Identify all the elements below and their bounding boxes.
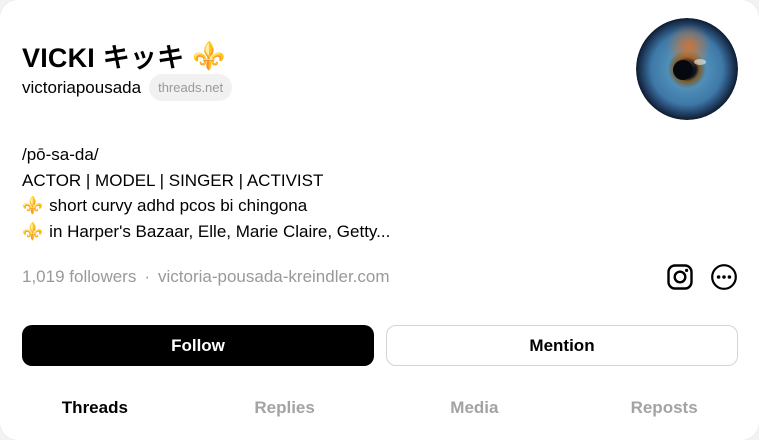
fleur-de-lis-icon: ⚜️ <box>22 196 44 215</box>
followers-count[interactable]: 1,019 followers <box>22 267 136 287</box>
follow-button[interactable]: Follow <box>22 325 374 366</box>
profile-name: VICKI キッキ ⚜️ <box>22 36 226 75</box>
profile-meta: 1,019 followers · victoria-pousada-krein… <box>22 267 390 287</box>
meta-separator: · <box>144 267 151 286</box>
bio-line-description: ⚜️ short curvy adhd pcos bi chingona <box>22 193 390 219</box>
instagram-icon[interactable] <box>666 263 694 291</box>
fleur-de-lis-icon: ⚜️ <box>192 40 227 71</box>
profile-name-text: VICKI キッキ <box>22 43 185 73</box>
fleur-de-lis-icon: ⚜️ <box>22 221 44 241</box>
bio-pronunciation: /pō-sa-da/ <box>22 145 99 164</box>
tab-media[interactable]: Media <box>380 398 570 434</box>
tab-replies[interactable]: Replies <box>190 398 380 434</box>
avatar[interactable] <box>636 18 738 120</box>
profile-tabs: Threads Replies Media Reposts <box>0 398 759 434</box>
profile-handle: victoriapousada <box>22 77 142 97</box>
profile-icon-actions <box>666 263 738 291</box>
bio-roles: ACTOR | MODEL | SINGER | ACTIVIST <box>22 170 324 190</box>
bio-line-press: ⚜️ in Harper's Bazaar, Elle, Marie Claire… <box>22 219 390 245</box>
profile-card: VICKI キッキ ⚜️ victoriapousada threads.net <box>0 0 759 440</box>
profile-link[interactable]: victoria-pousada-kreindler.com <box>158 267 390 287</box>
threads-domain-badge[interactable]: threads.net <box>149 74 233 101</box>
bio: /pō-sa-da/ ACTOR | MODEL | SINGER | ACTI… <box>22 142 390 244</box>
eye-avatar-image <box>636 18 738 120</box>
tab-reposts[interactable]: Reposts <box>569 398 759 434</box>
handle-row: victoriapousada threads.net <box>22 74 233 101</box>
tab-threads[interactable]: Threads <box>0 398 190 434</box>
more-options-icon[interactable] <box>710 263 738 291</box>
mention-button[interactable]: Mention <box>386 325 738 366</box>
bio-press-text: in Harper's Bazaar, Elle, Marie Claire, … <box>49 221 391 241</box>
bio-description-text: short curvy adhd pcos bi chingona <box>49 196 308 215</box>
